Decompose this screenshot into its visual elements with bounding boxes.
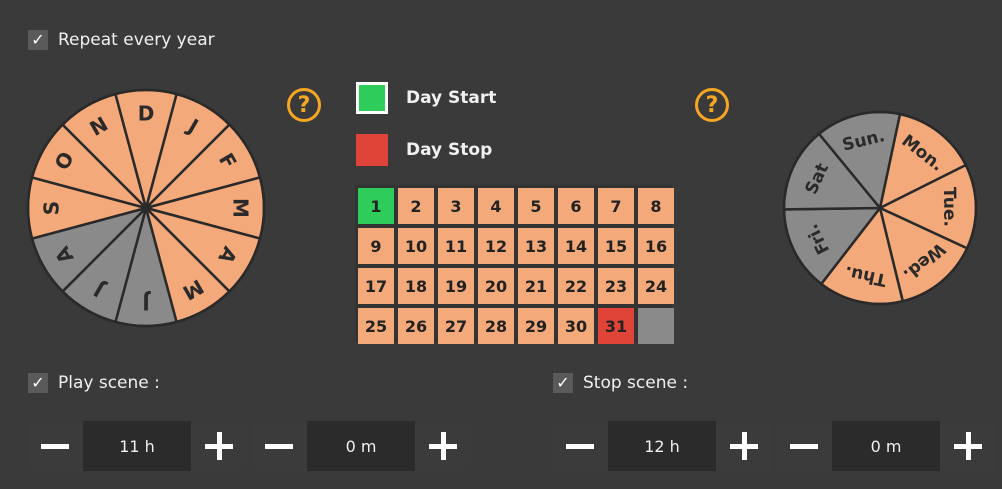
repeat-every-year-checkbox[interactable]: ✓ Repeat every year (28, 30, 215, 50)
play-minutes-stepper: 0 m (251, 421, 471, 471)
day-cell-9[interactable]: 9 (358, 228, 394, 264)
stop-hours-decrement-button[interactable] (552, 421, 608, 471)
help-icon-months[interactable]: ? (287, 88, 321, 122)
day-cell-29[interactable]: 29 (518, 308, 554, 344)
play-hours-decrement-button[interactable] (27, 421, 83, 471)
weekday-wheel[interactable]: Mon.Tue.Wed.Thu.Fri.SatSun. (782, 110, 978, 306)
stop-scene-checkbox[interactable]: ✓ Stop scene : (553, 373, 688, 393)
minus-icon (265, 443, 293, 449)
day-cell-12[interactable]: 12 (478, 228, 514, 264)
day-cell-17[interactable]: 17 (358, 268, 394, 304)
play-hours-value: 11 h (83, 421, 191, 471)
stop-hours-increment-button[interactable] (716, 421, 772, 471)
day-stop-swatch (356, 134, 388, 166)
day-cell-30[interactable]: 30 (558, 308, 594, 344)
month-label-8: S (40, 201, 64, 215)
stop-scene-label: Stop scene : (583, 373, 689, 393)
help-icon-weekdays[interactable]: ? (695, 88, 729, 122)
day-cell-16[interactable]: 16 (638, 228, 674, 264)
minus-icon (790, 443, 818, 449)
checkmark-icon: ✓ (28, 30, 48, 50)
day-cell-15[interactable]: 15 (598, 228, 634, 264)
stop-hours-stepper: 12 h (552, 421, 772, 471)
day-cell-2[interactable]: 2 (398, 188, 434, 224)
day-cell-11[interactable]: 11 (438, 228, 474, 264)
minus-icon (41, 443, 69, 449)
day-cell-1[interactable]: 1 (358, 188, 394, 224)
day-cell-3[interactable]: 3 (438, 188, 474, 224)
day-cell-28[interactable]: 28 (478, 308, 514, 344)
day-calendar-grid: 1 2 3 4 5 6 7 8 9 10 11 12 13 14 15 16 17 18 19 20 21 22 23 24 2… (355, 185, 674, 344)
day-cell-31[interactable]: 31 (598, 308, 634, 344)
day-cell-22[interactable]: 22 (558, 268, 594, 304)
legend-day-stop: Day Stop (356, 134, 492, 166)
stop-minutes-stepper: 0 m (776, 421, 996, 471)
day-cell-7[interactable]: 7 (598, 188, 634, 224)
month-label-2: M (228, 198, 252, 218)
day-cell-14[interactable]: 14 (558, 228, 594, 264)
stop-minutes-increment-button[interactable] (940, 421, 996, 471)
repeat-label: Repeat every year (58, 30, 215, 50)
day-cell-4[interactable]: 4 (478, 188, 514, 224)
play-hours-stepper: 11 h (27, 421, 247, 471)
play-minutes-value: 0 m (307, 421, 415, 471)
day-cell-8[interactable]: 8 (638, 188, 674, 224)
minus-icon (566, 443, 594, 449)
day-cell-19[interactable]: 19 (438, 268, 474, 304)
plus-icon (205, 432, 233, 460)
stop-minutes-value: 0 m (832, 421, 940, 471)
day-cell-27[interactable]: 27 (438, 308, 474, 344)
play-hours-increment-button[interactable] (191, 421, 247, 471)
day-cell-23[interactable]: 23 (598, 268, 634, 304)
day-cell-empty (638, 308, 674, 344)
month-label-11: D (138, 102, 155, 126)
play-minutes-decrement-button[interactable] (251, 421, 307, 471)
day-cell-5[interactable]: 5 (518, 188, 554, 224)
day-cell-18[interactable]: 18 (398, 268, 434, 304)
stop-minutes-decrement-button[interactable] (776, 421, 832, 471)
day-start-swatch (356, 82, 388, 114)
checkmark-icon: ✓ (553, 373, 573, 393)
plus-icon (954, 432, 982, 460)
month-wheel[interactable]: JFMAMJJASON D (26, 88, 266, 328)
weekday-label-1: Tue. (939, 187, 960, 227)
play-scene-checkbox[interactable]: ✓ Play scene : (28, 373, 160, 393)
checkmark-icon: ✓ (28, 373, 48, 393)
play-minutes-increment-button[interactable] (415, 421, 471, 471)
day-cell-24[interactable]: 24 (638, 268, 674, 304)
plus-icon (429, 432, 457, 460)
day-stop-label: Day Stop (406, 140, 493, 160)
day-cell-21[interactable]: 21 (518, 268, 554, 304)
day-cell-20[interactable]: 20 (478, 268, 514, 304)
day-cell-26[interactable]: 26 (398, 308, 434, 344)
day-start-label: Day Start (406, 88, 497, 108)
plus-icon (730, 432, 758, 460)
day-cell-6[interactable]: 6 (558, 188, 594, 224)
stop-hours-value: 12 h (608, 421, 716, 471)
legend-day-start: Day Start (356, 82, 496, 114)
day-cell-10[interactable]: 10 (398, 228, 434, 264)
day-cell-13[interactable]: 13 (518, 228, 554, 264)
month-label-5: J (142, 290, 151, 314)
play-scene-label: Play scene : (58, 373, 160, 393)
day-cell-25[interactable]: 25 (358, 308, 394, 344)
